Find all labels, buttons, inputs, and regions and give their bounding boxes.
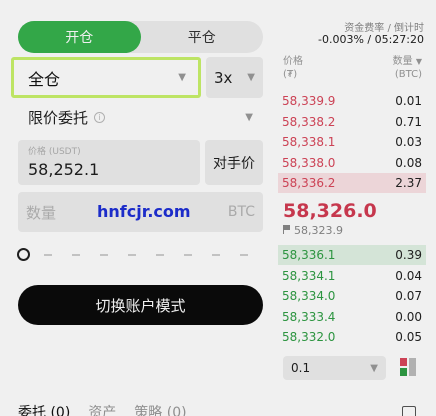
order-type-select[interactable]: 限价委托 i ▼ — [18, 102, 263, 132]
bottom-tabs: 委托 (0) 资产 策略 (0) — [18, 402, 187, 416]
bid-price: 58,336.1 — [282, 248, 336, 262]
mark-price: 58,323.9 — [283, 224, 343, 237]
bid-qty: 0.04 — [395, 268, 422, 283]
trade-mode-tabs: 开仓 平仓 — [18, 21, 263, 53]
bid-qty: 0.39 — [395, 248, 422, 262]
order-type-value: 限价委托 — [28, 108, 89, 127]
bid-price: 58,332.0 — [282, 330, 336, 344]
qty-header: 数量 — [392, 56, 413, 67]
caret-down-icon: ▼ — [415, 57, 422, 66]
bid-qty: 0.00 — [395, 309, 422, 324]
watermark: hnfcjr.com — [97, 202, 191, 221]
ask-price: 58,339.9 — [282, 94, 336, 108]
ask-row[interactable]: 58,339.9 0.01 — [278, 91, 426, 111]
ask-qty: 0.01 — [395, 94, 422, 108]
caret-down-icon: ▼ — [178, 72, 186, 83]
ask-qty: 0.03 — [395, 135, 422, 149]
bid-price: 58,333.4 — [282, 309, 336, 324]
funding-rate-label: 资金费率 / 倒计时 — [344, 23, 424, 34]
ask-qty: 2.37 — [395, 176, 422, 190]
counterparty-price-button[interactable]: 对手价 — [205, 140, 263, 185]
amount-slider[interactable] — [22, 254, 262, 256]
price-input[interactable]: 价格 (USDT) 58,252.1 — [18, 140, 200, 185]
orderbook-qty-header[interactable]: 数量 ▼ (BTC) — [393, 55, 422, 81]
bid-price: 58,334.0 — [282, 289, 336, 303]
tab-close-position[interactable]: 平仓 — [141, 21, 264, 53]
tab-open-position[interactable]: 开仓 — [18, 21, 141, 53]
bid-qty: 0.07 — [395, 289, 422, 303]
ask-row[interactable]: 58,338.1 0.03 — [278, 132, 426, 152]
ask-price: 58,336.2 — [282, 176, 336, 190]
ask-price: 58,338.1 — [282, 135, 336, 149]
mark-price-value: 58,323.9 — [294, 224, 343, 237]
caret-down-icon: ▼ — [247, 72, 255, 83]
bid-row[interactable]: 58,334.0 0.07 — [278, 286, 426, 306]
quantity-unit: BTC — [227, 204, 255, 220]
orderbook-layout-icon[interactable] — [400, 358, 416, 376]
bid-row[interactable]: 58,333.4 0.00 — [278, 307, 426, 327]
ask-row[interactable]: 58,338.0 0.08 — [278, 153, 426, 173]
leverage-value: 3x — [214, 68, 233, 87]
tab-orders[interactable]: 委托 (0) — [18, 402, 70, 416]
flag-icon — [283, 225, 291, 234]
ask-qty: 0.08 — [395, 155, 422, 170]
clipboard-icon[interactable] — [402, 406, 416, 416]
bid-price: 58,334.1 — [282, 268, 336, 283]
qty-unit: (BTC) — [394, 69, 422, 80]
ask-row[interactable]: 58,336.2 2.37 — [278, 173, 426, 193]
bid-row[interactable]: 58,334.1 0.04 — [278, 266, 426, 286]
caret-down-icon: ▼ — [245, 111, 253, 123]
price-input-label: 价格 (USDT) — [28, 147, 81, 157]
caret-down-icon: ▼ — [370, 362, 378, 374]
price-header: 价格 — [283, 56, 303, 67]
bid-row[interactable]: 58,332.0 0.05 — [278, 327, 426, 347]
ask-qty: 0.71 — [395, 114, 422, 129]
bid-row[interactable]: 58,336.1 0.39 — [278, 245, 426, 265]
price-input-value[interactable]: 58,252.1 — [28, 160, 190, 179]
depth-precision-select[interactable]: 0.1 ▼ — [283, 356, 386, 380]
orderbook-price-header: 价格 (₮) — [283, 55, 303, 81]
ask-price: 58,338.2 — [282, 114, 336, 129]
ask-price: 58,338.0 — [282, 155, 336, 170]
funding-rate-value: -0.003% / 05:27:20 — [317, 33, 424, 46]
bid-qty: 0.05 — [395, 330, 422, 344]
last-price: 58,326.0 — [283, 200, 377, 222]
leverage-select[interactable]: 3x ▼ — [206, 57, 263, 98]
slider-handle[interactable] — [17, 248, 30, 261]
info-icon[interactable]: i — [94, 111, 106, 123]
depth-precision-value: 0.1 — [291, 361, 311, 375]
margin-mode-select[interactable]: 全仓 ▼ — [11, 57, 201, 98]
margin-mode-value: 全仓 — [28, 69, 61, 89]
price-unit: (₮) — [283, 69, 298, 80]
tab-assets[interactable]: 资产 — [88, 402, 116, 416]
switch-account-mode-button[interactable]: 切换账户模式 — [18, 285, 263, 325]
tab-strategy[interactable]: 策略 (0) — [134, 402, 186, 416]
ask-row[interactable]: 58,338.2 0.71 — [278, 112, 426, 132]
